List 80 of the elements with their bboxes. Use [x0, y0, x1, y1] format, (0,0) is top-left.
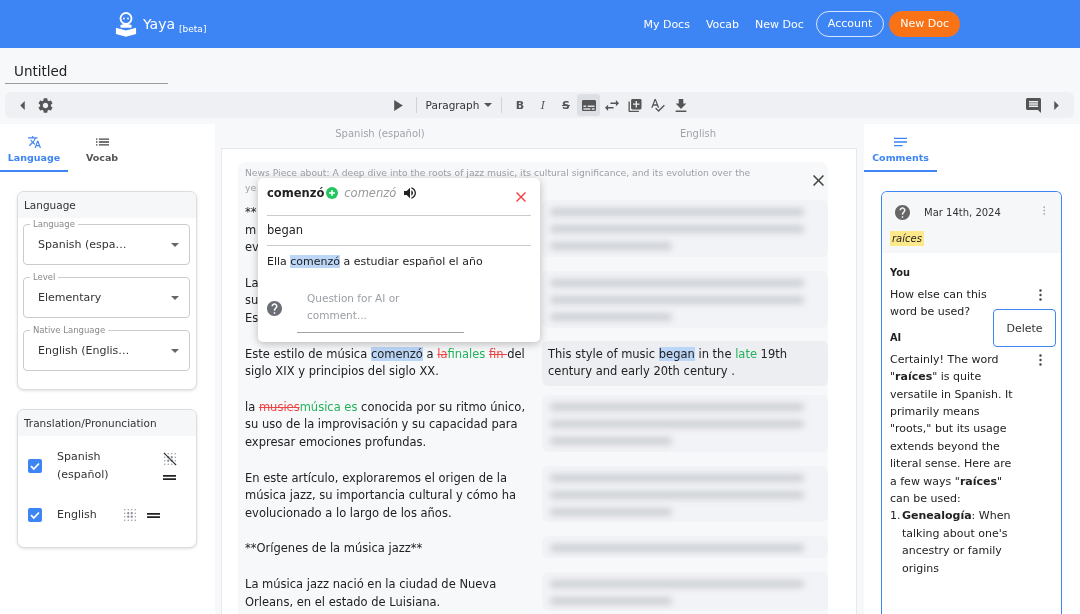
tab[interactable]: Comments [864, 124, 937, 172]
highlighted-quote: raíces [890, 231, 924, 246]
card-header: Language [18, 192, 196, 218]
popup-word: comenzó [267, 186, 325, 200]
select-field[interactable]: Language Spanish (espa… [23, 218, 190, 265]
source-paragraph: La música jazz nació en la ciudad de Nueva Orleans, en el estado de Luisiana. [245, 575, 498, 611]
source-paragraph: Este estilo de música comenzó a lafinales fin del siglo XIX y principios del siglo XX. [245, 345, 526, 381]
format-button[interactable]: I [531, 94, 555, 116]
paragraph-fragment: su [245, 292, 259, 310]
caret-right-icon [1054, 100, 1059, 110]
example-sentence: Ella comenzó a estudiar español el año [267, 254, 484, 270]
more-icon[interactable] [1039, 353, 1042, 366]
swap-arrows-icon [604, 98, 619, 112]
menu-item[interactable]: Delete [994, 310, 1055, 346]
translate-icon [27, 136, 41, 148]
spellcheck-icon [650, 98, 665, 112]
add-box-icon [627, 98, 642, 112]
translation-paragraph: This style of music began in the late 19th century and early 20th century . [542, 340, 828, 386]
comment-icon [1026, 97, 1041, 113]
author-label: AI [890, 330, 903, 345]
source-paragraph: En este artículo, exploraremos el origen de la música jazz, su importancia cultural y cómo ha evolucionado a lo largo de los años. [245, 469, 518, 522]
settings-icon [38, 97, 53, 113]
caret-down-icon [171, 242, 179, 247]
comment-date: Mar 14th, 2024 [924, 207, 1001, 218]
download-icon [673, 98, 688, 112]
title-field[interactable]: Untitled [5, 58, 168, 84]
paragraph-dropdown[interactable]: Paragraph [422, 94, 496, 116]
paragraph-fragment: m [245, 221, 257, 239]
tab[interactable]: Vocab [68, 124, 136, 172]
language-label: English [57, 507, 97, 523]
brand-name: Yaya [143, 16, 176, 32]
checkbox[interactable] [28, 459, 42, 473]
nav-link[interactable]: New Doc [747, 17, 812, 31]
paragraph-fragment: Es [245, 309, 259, 327]
select-field[interactable]: Native Language English (Englis… [23, 324, 190, 371]
nav-link[interactable]: Vocab [697, 17, 748, 31]
subtitles-icon [581, 98, 596, 112]
list-item-text: Genealogía: When talking about one's ancestry or family origins [902, 508, 1012, 577]
speaker-icon[interactable] [404, 187, 417, 199]
toolbar-button[interactable] [577, 94, 601, 116]
message-text: Certainly! The word "raíces" is quite versatile in Spanish. It primarily means "roots," but its usage extends beyond the literal sense. Here are a few ways "raíces" can be used: [890, 351, 1014, 508]
source-paragraph: la musiesmúsica es conocida por su ritmo único, su uso de la improvisación y su capacidad para expresar emociones profundas. [245, 398, 527, 451]
list-number: 1. [890, 508, 902, 525]
source-paragraph: **Orígenes de la música jazz** [245, 540, 424, 558]
list-icon [95, 136, 109, 148]
format-button[interactable]: S [554, 94, 578, 116]
paragraph-fragment: ** [245, 204, 257, 221]
play-icon [393, 99, 403, 111]
paragraph-fragment: ev [245, 239, 259, 257]
caret-down-icon [171, 295, 179, 300]
caret-left-icon [20, 100, 25, 110]
note-text: ye [245, 181, 257, 195]
beta-label: [beta] [179, 23, 207, 34]
popup-lemma: comenzó [344, 186, 397, 200]
drag-handle-icon[interactable] [146, 512, 160, 518]
column-header: Spanish (español) [334, 127, 426, 141]
note-text: News Piece about: A deep dive into the roots of jazz music, its cultural significance, and its evolution over the [245, 166, 751, 180]
format-button[interactable]: B [508, 94, 532, 116]
paragraph-fragment: La [245, 274, 259, 292]
question-icon [267, 301, 282, 316]
author-label: You [890, 266, 911, 280]
close-icon[interactable] [813, 175, 824, 186]
column-header: English [678, 127, 718, 141]
caret-down-icon [484, 103, 493, 107]
tab[interactable]: Language [0, 124, 68, 172]
dotted-grid-crossed-icon[interactable] [162, 452, 177, 466]
language-label: Spanish (español) [57, 449, 110, 483]
dotted-grid-icon[interactable] [122, 508, 137, 522]
more-icon[interactable] [1039, 289, 1042, 301]
nav-link[interactable]: My Docs [635, 17, 698, 31]
card-header: Translation/Pronunciation [18, 410, 196, 436]
select-field[interactable]: Level Elementary [23, 271, 190, 318]
message-text: How else can this word be used? [890, 287, 988, 321]
question-icon [895, 205, 910, 220]
caret-down-icon [171, 348, 179, 353]
lines-icon [894, 136, 907, 148]
logo-icon [115, 11, 137, 37]
drag-handle-icon[interactable] [163, 475, 176, 480]
popup-translation: began [267, 223, 304, 238]
checkbox[interactable] [28, 508, 42, 522]
